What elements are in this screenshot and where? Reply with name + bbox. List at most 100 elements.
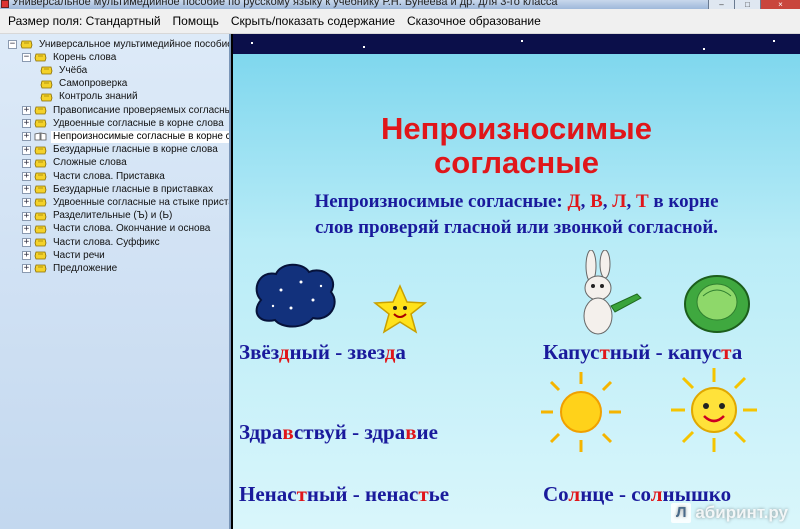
slide-heading-line-1: Непроизносимые (381, 111, 652, 146)
rule-line-2: слов проверяй гласной или звонкой соглас… (314, 217, 719, 238)
rule-prefix: Непроизносимые согласные: (314, 191, 568, 212)
tree-item-label: Учёба (59, 64, 88, 76)
book-icon (34, 212, 47, 220)
highlighted-consonant: в (405, 420, 417, 444)
rule-letter-v: В (590, 191, 603, 212)
book-icon (40, 80, 53, 88)
tree-item[interactable]: + Безударные гласные в приставках (22, 183, 215, 196)
tree-item[interactable]: + Сложные слова (22, 157, 129, 170)
tree-item-label: Самопроверка (59, 78, 128, 90)
book-icon (34, 238, 47, 247)
tree-item-label: Универсальное мультимедийное пособие по (39, 38, 231, 50)
expand-icon[interactable]: + (22, 251, 31, 261)
expand-icon[interactable]: + (22, 132, 31, 142)
tree-item[interactable]: + Части слова. Приставка (22, 170, 167, 183)
expand-icon[interactable]: + (22, 172, 31, 181)
expand-icon[interactable]: + (22, 224, 31, 234)
tree-item[interactable]: + Удвоенные согласные в корне слова (22, 117, 226, 130)
book-icon (34, 225, 47, 234)
tree-item-label: Разделительные (Ъ) и (Ь) (53, 210, 173, 222)
expand-icon[interactable]: + (22, 119, 31, 129)
tree-item[interactable]: + Непроизносимые согласные в корне сло (22, 130, 229, 143)
hare-with-cucumber-icon (583, 250, 642, 335)
menu-toggle-contents[interactable]: Скрыть/показать содержание (225, 14, 401, 28)
rule-separator: , (580, 191, 591, 212)
tree-item-label: Части слова. Суффикс (53, 236, 160, 248)
collapse-icon[interactable]: − (8, 40, 17, 49)
contents-tree: − Универсальное мультимедийное пособие по… (0, 34, 231, 529)
tree-item-label: Безударные гласные в корне слова (53, 144, 218, 156)
expand-icon[interactable]: + (22, 238, 31, 247)
sky-star-dot (703, 48, 705, 50)
tree-item[interactable]: + Удвоенные согласные на стыке пристав (22, 196, 231, 209)
tree-item-label: Части слова. Окончание и основа (53, 223, 211, 235)
watermark-text: абиринт.ру (695, 503, 788, 522)
app-icon (1, 0, 9, 8)
highlighted-consonant: в (282, 420, 294, 444)
tree-item[interactable]: + Предложение (22, 262, 119, 275)
expand-icon[interactable]: + (22, 198, 31, 208)
rule-line-1: Непроизносимые согласные: Д, В, Л, Т в к… (233, 190, 800, 214)
window-title: Универсальное мультимедийное пособие по … (12, 0, 558, 8)
close-button[interactable]: × (760, 0, 800, 9)
expand-icon[interactable]: + (22, 145, 31, 155)
book-icon (34, 146, 47, 154)
collapse-icon[interactable]: − (22, 53, 31, 63)
book-icon (40, 93, 53, 102)
tree-item-label: Части речи (53, 249, 105, 261)
word-fragment: ный - капус (609, 340, 722, 364)
highlighted-consonant: т (418, 482, 429, 506)
tree-item-label: Безударные гласные в приставках (53, 183, 214, 195)
word-fragment: ье (428, 482, 450, 506)
sky-star-dot (363, 46, 365, 48)
slide-heading-line-2: согласные (434, 145, 599, 180)
highlighted-consonant: т (599, 340, 610, 364)
word-fragment: Капус (543, 340, 600, 364)
expand-icon[interactable]: + (22, 264, 31, 274)
tree-item[interactable]: + Части речи (22, 249, 107, 262)
tree-item[interactable]: − Корень слова (22, 51, 118, 64)
word-pair-kapusta: Капустный - капуста (543, 340, 742, 365)
book-icon (40, 66, 53, 75)
tree-item[interactable]: + Части слова. Суффикс (22, 236, 162, 249)
word-pair-zdravie: Здравствуй - здравие (239, 420, 438, 445)
word-fragment: ствуй - здра (293, 420, 406, 444)
highlighted-consonant: д (384, 340, 396, 364)
tree-item[interactable]: + Безударные гласные в корне слова (22, 144, 220, 157)
highlighted-consonant: т (296, 482, 307, 506)
highlighted-consonant: л (568, 482, 581, 506)
tree-item[interactable]: Учёба (36, 64, 89, 77)
minimize-button[interactable]: – (708, 0, 734, 9)
menu-fairy-education[interactable]: Сказочное образование (401, 14, 547, 28)
expand-icon[interactable]: + (22, 211, 31, 221)
open-book-icon (34, 132, 47, 141)
tree-item[interactable]: + Разделительные (Ъ) и (Ь) (22, 210, 174, 223)
smiling-sun-icon (671, 368, 757, 452)
expand-icon[interactable]: + (22, 158, 31, 168)
menu-help[interactable]: Помощь (167, 14, 225, 28)
tree-item-label: Удвоенные согласные на стыке пристав (53, 196, 231, 208)
tree-item[interactable]: Контроль знаний (36, 91, 140, 104)
tree-item[interactable]: + Правописание проверяемых согласных в (22, 104, 229, 117)
tree-item[interactable]: + Части слова. Окончание и основа (22, 223, 212, 236)
rule-suffix: в корне (648, 191, 719, 212)
tree-item-label: Части слова. Приставка (53, 170, 165, 182)
window-titlebar: Универсальное мультимедийное пособие по … (0, 0, 800, 9)
smiling-star-icon (373, 284, 427, 334)
slide-panel: Непроизносимые согласные Непроизносимые … (233, 54, 800, 529)
book-icon (34, 264, 47, 273)
maximize-button[interactable]: □ (734, 0, 760, 9)
book-icon (20, 40, 33, 49)
book-icon (34, 53, 47, 62)
word-fragment: Здра (239, 420, 283, 444)
highlighted-consonant: д (278, 340, 290, 364)
word-fragment: Звёз (239, 340, 279, 364)
expand-icon[interactable]: + (22, 185, 31, 195)
menu-field-size[interactable]: Размер поля: Стандартный (2, 14, 167, 28)
rule-separator: , (602, 191, 613, 212)
expand-icon[interactable]: + (22, 106, 31, 115)
tree-item[interactable]: − Универсальное мультимедийное пособие по (8, 38, 231, 51)
watermark-logo: Л (671, 503, 692, 523)
rule-letter-d: Д (567, 191, 581, 212)
tree-item[interactable]: Самопроверка (36, 78, 129, 91)
